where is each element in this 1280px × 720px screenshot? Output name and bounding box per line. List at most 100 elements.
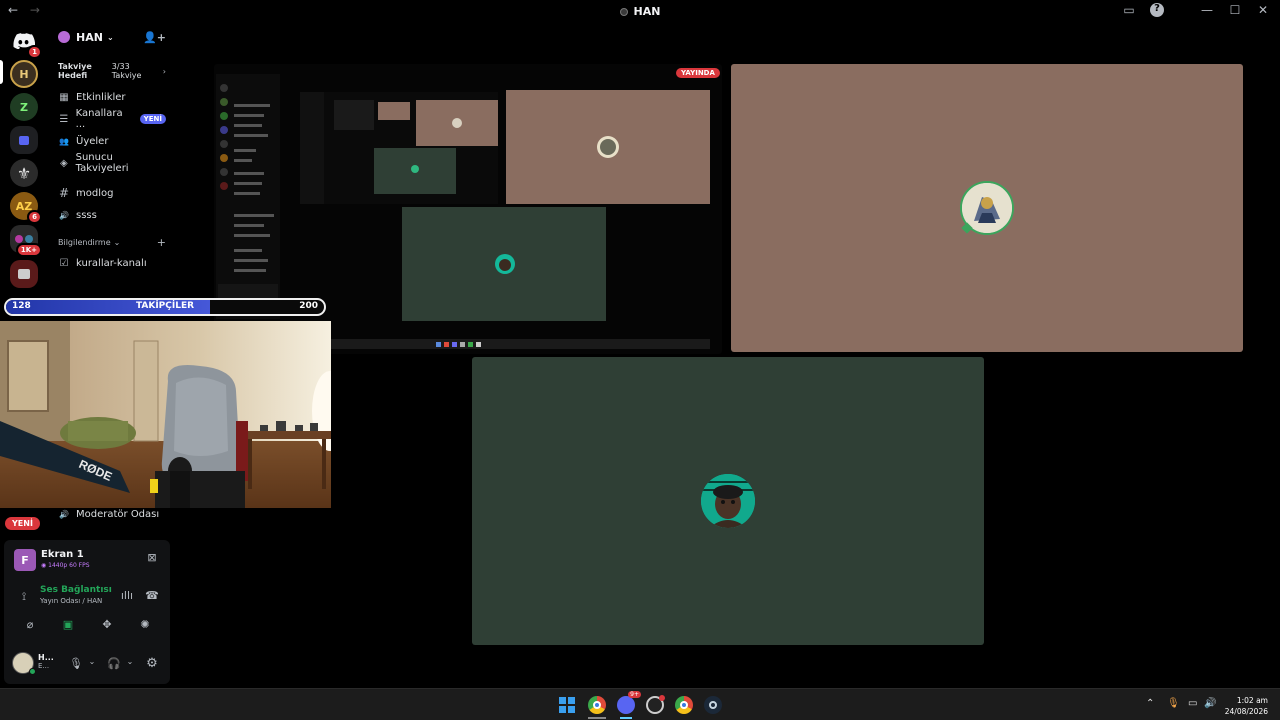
chrome-icon[interactable]: [588, 696, 606, 714]
tray-chevron-up-icon[interactable]: ⌃: [1146, 698, 1154, 709]
server-fleur-icon[interactable]: ⚜: [10, 159, 38, 187]
stream-voice-panel: F Ekran 1 ◉ 1440p 60 FPS ⊠ ⟟ Ses Bağlant…: [4, 540, 170, 684]
voice-location: Yayın Odası / HAN: [40, 597, 103, 605]
chrome-profile-icon[interactable]: [675, 696, 693, 714]
folder-glyph: [19, 135, 29, 145]
tray-volume-icon[interactable]: 🔊: [1204, 698, 1216, 709]
clock-date: 24/08/2026: [1224, 707, 1268, 716]
speaker-icon: 🔊: [59, 210, 69, 220]
folder-icon[interactable]: [10, 126, 38, 154]
channel-ssss[interactable]: 🔊 ssss: [48, 204, 176, 226]
chevron-down-icon: ⌄: [106, 32, 114, 42]
server-h-icon[interactable]: H: [10, 60, 38, 88]
minimize-icon[interactable]: —: [1200, 3, 1214, 17]
user-status: E...: [38, 662, 50, 670]
server-red-glyph: [18, 269, 30, 279]
server-fleur-label: ⚜: [16, 163, 32, 183]
screen-share-active-icon[interactable]: ▣: [60, 618, 76, 631]
camera-off-icon[interactable]: ⌀: [22, 618, 38, 631]
voice-status: Ses Bağlantısı K: [40, 585, 112, 595]
screen-meta-text: 1440p 60 FPS: [48, 562, 90, 569]
add-channel-icon[interactable]: +: [157, 236, 166, 249]
discord-home-icon[interactable]: 1: [10, 27, 42, 59]
notification-dot-icon: [659, 695, 665, 701]
chevron-down-icon[interactable]: ⌄: [84, 657, 100, 666]
members-icon: 👥: [59, 136, 69, 146]
noise-suppression-icon[interactable]: ıllı: [119, 589, 135, 602]
screen-info: Ekran 1 ◉ 1440p 60 FPS: [41, 549, 90, 569]
boost-goal-label: Takviye Hedefi: [58, 62, 92, 80]
close-icon[interactable]: ✕: [1256, 3, 1270, 17]
server-az-icon[interactable]: AZ 6: [10, 192, 42, 224]
followers-goal-bar: 128 TAKİPÇİLER 200: [4, 298, 326, 316]
new-badge: YENİ: [139, 114, 166, 124]
activities-icon[interactable]: ✥: [99, 618, 115, 631]
participant-tile-large[interactable]: [731, 64, 1243, 352]
chevron-down-icon[interactable]: ⌄: [122, 657, 138, 666]
server-red-icon[interactable]: [10, 260, 38, 288]
channel-moderator-room[interactable]: 🔊 Moderatör Odası: [48, 505, 176, 523]
webcam-overlay: RØDE: [0, 321, 331, 508]
screen-share-icon: F: [14, 549, 36, 571]
boost-unit: Takviye: [111, 71, 142, 80]
guild-icon: [58, 31, 70, 43]
inbox-icon[interactable]: ▭: [1122, 3, 1136, 17]
participant-tile-green[interactable]: [472, 357, 984, 645]
new-unreads-pill[interactable]: YENİ: [5, 517, 40, 530]
folder-mini-icons: [15, 235, 33, 243]
maximize-icon[interactable]: ☐: [1228, 3, 1242, 17]
channel-members[interactable]: 👥 Üyeler: [48, 130, 176, 152]
category-label: Bilgilendirme: [58, 237, 111, 247]
active-app-indicator: [588, 717, 606, 719]
user-name: H...: [38, 653, 54, 662]
stop-stream-icon[interactable]: ⊠: [144, 551, 160, 564]
invite-icon[interactable]: 👤+: [143, 31, 166, 44]
user-info[interactable]: H... E...: [38, 653, 58, 670]
boost-label-2: Hedefi: [58, 71, 88, 80]
headphones-icon[interactable]: 🎧: [106, 657, 122, 670]
boost-count: 3/33: [111, 62, 130, 71]
help-icon[interactable]: ?: [1150, 3, 1164, 17]
channel-label: Moderatör Odası: [76, 508, 160, 520]
disconnect-icon[interactable]: ☎: [144, 589, 160, 602]
category-bilgilendirme[interactable]: Bilgilendirme ⌄ +: [48, 232, 176, 252]
server-z-icon[interactable]: Z: [10, 93, 38, 121]
channel-label: kurallar-kanalı: [76, 257, 147, 269]
active-app-indicator: [620, 717, 632, 719]
voice-signal-icon: ⟟: [21, 590, 27, 603]
discord-icon[interactable]: 9+: [617, 691, 641, 714]
channel-label: Üyeler: [76, 135, 109, 147]
followers-label: TAKİPÇİLER: [135, 301, 195, 311]
server-icon: [619, 8, 628, 16]
channel-label: modlog: [76, 187, 114, 199]
steam-icon[interactable]: [704, 696, 722, 714]
settings-gear-icon[interactable]: ⚙: [144, 656, 160, 671]
channel-label: ssss: [76, 209, 97, 221]
windows-start-icon[interactable]: [559, 697, 575, 713]
taskbar-clock[interactable]: 1:02 am 24/08/2026: [1225, 695, 1268, 717]
chevron-down-icon: ⌄: [113, 237, 121, 247]
boost-label: Takviye: [58, 62, 92, 71]
server-z-label: Z: [20, 100, 28, 114]
channel-browse[interactable]: ☰ Kanallara ... YENİ: [48, 108, 176, 130]
screen-meta: ◉ 1440p 60 FPS: [41, 562, 90, 569]
participant-avatar-green: [701, 474, 755, 528]
guild-header[interactable]: HAN ⌄ 👤+: [48, 22, 176, 52]
tray-network-icon[interactable]: ▭: [1188, 698, 1197, 709]
clock-time: 1:02 am: [1236, 696, 1268, 705]
channel-boosts[interactable]: ◈ Sunucu Takviyeleri: [48, 152, 176, 174]
avatar-person-icon: [701, 474, 755, 528]
boost-goal[interactable]: Takviye Hedefi 3/33 Takviye ›: [48, 52, 176, 86]
live-badge: YAYINDA: [676, 68, 720, 78]
server-folder-icon[interactable]: 1K+: [10, 225, 42, 257]
soundboard-icon[interactable]: ✺: [137, 618, 153, 631]
channel-modlog[interactable]: # modlog: [48, 182, 176, 204]
online-status-icon: [29, 668, 36, 675]
tray-microphone-icon[interactable]: 🎙: [1167, 698, 1180, 709]
microphone-icon[interactable]: 🎙: [68, 657, 84, 670]
obs-icon[interactable]: [646, 695, 665, 714]
channel-rules[interactable]: ☑ kurallar-kanalı: [48, 252, 176, 274]
followers-goal: 200: [299, 301, 318, 311]
channels-icon: ☰: [59, 113, 69, 125]
channel-events[interactable]: ▦ Etkinlikler: [48, 86, 176, 108]
